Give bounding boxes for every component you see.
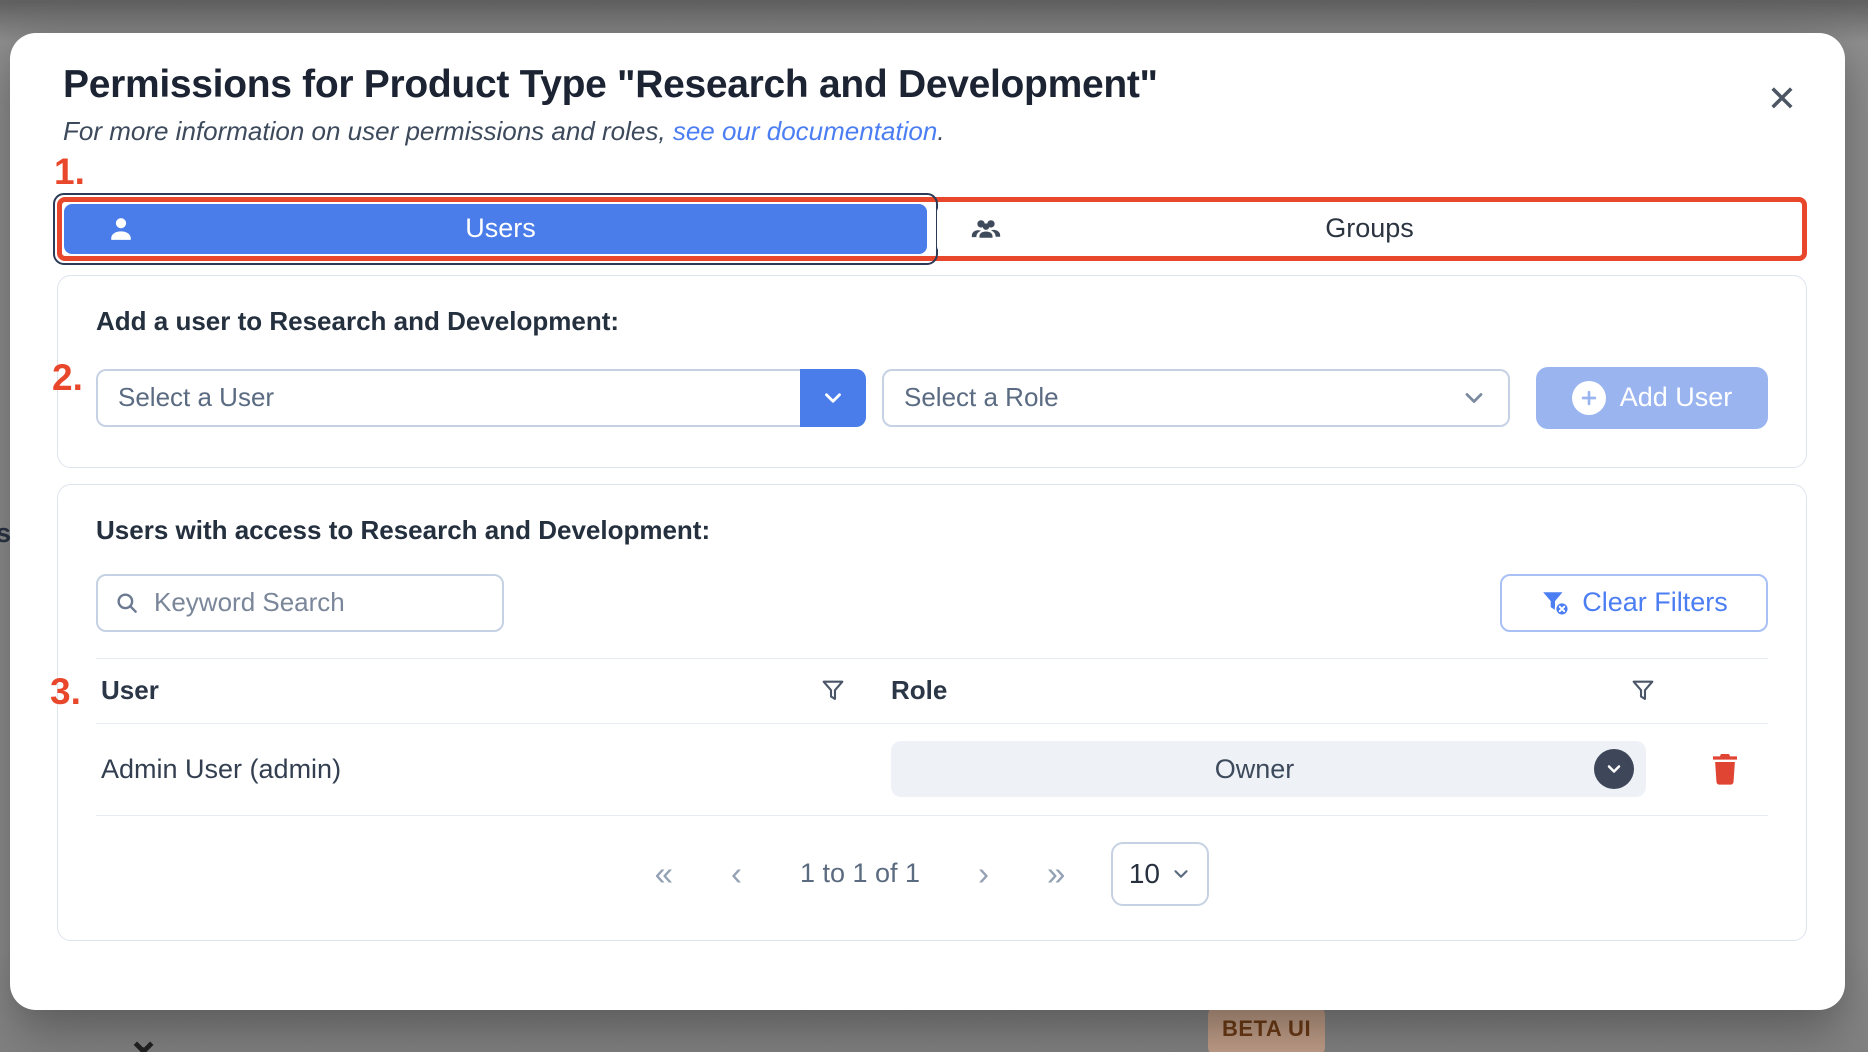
- tab-groups[interactable]: Groups: [937, 204, 1800, 254]
- row-role-select[interactable]: Owner: [891, 741, 1646, 797]
- trash-icon: [1709, 750, 1741, 786]
- subtitle-period: .: [937, 116, 944, 146]
- add-user-section: Add a user to Research and Development: …: [57, 275, 1807, 468]
- permissions-modal: ✕ Permissions for Product Type "Research…: [10, 33, 1845, 1010]
- group-users-icon: [969, 212, 1003, 246]
- chevron-down-icon: [1170, 863, 1192, 885]
- user-column-label: User: [101, 675, 159, 706]
- table-row: Admin User (admin) Owner: [96, 724, 1768, 816]
- subtitle-text: For more information on user permissions…: [63, 116, 673, 146]
- page-size-value: 10: [1129, 858, 1160, 890]
- add-user-button[interactable]: Add User: [1536, 367, 1768, 429]
- role-chevron-down-icon[interactable]: [1594, 749, 1634, 789]
- row-actions-cell: [1681, 750, 1768, 789]
- modal-title: Permissions for Product Type "Research a…: [63, 63, 1735, 107]
- user-column-header: User: [96, 675, 871, 706]
- annotation-step-2: 2.: [52, 359, 83, 396]
- pagination: « ‹ 1 to 1 of 1 › » 10: [96, 842, 1768, 906]
- role-column-header: Role: [871, 675, 1681, 706]
- clear-filters-label: Clear Filters: [1582, 587, 1728, 618]
- plus-circle-icon: [1572, 381, 1606, 415]
- add-user-controls: Select a User Select a Role Add User: [96, 367, 1768, 429]
- user-select-value[interactable]: Select a User: [96, 369, 800, 427]
- next-page-button[interactable]: ›: [978, 857, 989, 890]
- documentation-link[interactable]: see our documentation: [673, 116, 938, 146]
- tab-users[interactable]: Users: [64, 204, 927, 254]
- annotation-step-1: 1.: [54, 153, 85, 190]
- tab-users-label: Users: [138, 213, 863, 244]
- users-access-heading: Users with access to Research and Develo…: [96, 515, 1768, 546]
- users-access-section: Users with access to Research and Develo…: [57, 484, 1807, 941]
- role-select[interactable]: Select a Role: [882, 369, 1510, 427]
- search-input[interactable]: [154, 587, 489, 618]
- clear-filters-button[interactable]: Clear Filters: [1500, 574, 1768, 632]
- last-page-button[interactable]: »: [1047, 857, 1065, 890]
- background-chevron-down-icon: ⌄: [126, 1014, 161, 1052]
- add-user-button-label: Add User: [1620, 382, 1733, 413]
- table-header: User Role: [96, 658, 1768, 724]
- filter-clear-icon: [1540, 588, 1570, 618]
- chevron-down-icon: [1460, 384, 1488, 412]
- user-filter-icon[interactable]: [819, 677, 847, 705]
- page-size-select[interactable]: 10: [1111, 842, 1209, 906]
- user-select-dropdown-button[interactable]: [800, 369, 866, 427]
- filter-row: Clear Filters: [96, 574, 1768, 632]
- annotation-step-3: 3.: [50, 673, 81, 710]
- role-column-label: Role: [891, 675, 947, 706]
- search-icon: [114, 590, 140, 616]
- user-select[interactable]: Select a User: [96, 369, 866, 427]
- beta-ui-badge: BETA UI: [1208, 1006, 1325, 1052]
- chevron-down-icon: [820, 385, 846, 411]
- previous-page-button[interactable]: ‹: [731, 857, 742, 890]
- delete-user-button[interactable]: [1709, 750, 1741, 789]
- row-role-cell: Owner: [871, 741, 1681, 797]
- role-filter-icon[interactable]: [1629, 677, 1657, 705]
- pagination-status: 1 to 1 of 1: [800, 858, 920, 889]
- tab-bar: Users Groups: [57, 197, 1807, 261]
- add-user-heading: Add a user to Research and Development:: [96, 306, 1768, 337]
- keyword-search[interactable]: [96, 574, 504, 632]
- tab-groups-label: Groups: [1003, 213, 1736, 244]
- row-user-name: Admin User (admin): [96, 754, 871, 785]
- role-select-value: Select a Role: [904, 382, 1059, 413]
- single-user-icon: [104, 212, 138, 246]
- modal-subtitle: For more information on user permissions…: [63, 116, 1792, 147]
- first-page-button[interactable]: «: [655, 857, 673, 890]
- row-role-value: Owner: [915, 754, 1594, 785]
- close-icon[interactable]: ✕: [1767, 81, 1797, 117]
